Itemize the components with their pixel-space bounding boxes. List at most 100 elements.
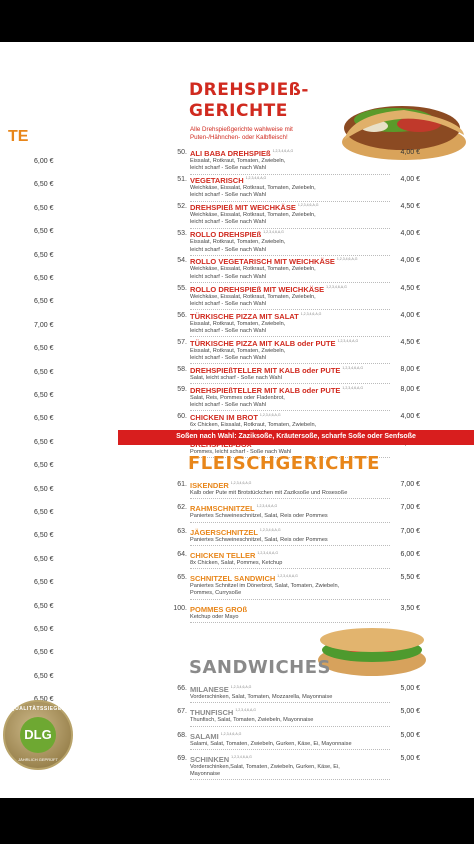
item-name-text: THUNFISCH <box>190 708 234 718</box>
seal-bottom-text: JÄHRLICH GEPRÜFT <box>18 757 58 762</box>
item-number: 66. <box>177 685 187 692</box>
item-number: 69. <box>177 754 187 762</box>
item-name: TÜRKISCHE PIZZA MIT KALB oder PUTE 1,2,3,… <box>190 339 358 348</box>
item-divider <box>190 725 390 727</box>
sandwiches-title: SANDWICHES <box>189 657 331 678</box>
item-name-text: CHICKEN TELLER <box>190 550 256 560</box>
fleischgerichte-title: FLEISCHGERICHTE <box>188 453 380 474</box>
item-price: 3,50 € <box>400 604 420 612</box>
item-description-line: Salami, Salat, Tomaten, Zwiebeln, Gurken… <box>190 740 352 747</box>
item-name: MILANESE 1,2,3,4,6,A,G <box>190 685 251 694</box>
previous-section-title-fragment: TE <box>8 128 29 145</box>
item-number: 67. <box>177 708 187 716</box>
item-description: Eissalat, Rotkraut, Tomaten, Zwiebeln, le… <box>190 348 285 363</box>
item-name-text: JÄGERSCHNITZEL <box>190 527 258 537</box>
item-description-line: Weichkäse, Eissalat, Rotkraut, Tomaten, … <box>190 266 316 273</box>
item-name: ROLLO DREHSPIEß 1,2,3,4,6,A,G <box>190 230 284 239</box>
item-description-line: leicht scharf - Soße nach Wahl <box>190 327 266 334</box>
item-price: 8,00 € <box>400 385 420 393</box>
previous-page-price: 6,50 € <box>34 251 54 259</box>
sauce-choice-banner: Soßen nach Wahl: Zaziksoße, Kräutersoße,… <box>118 430 474 445</box>
previous-page-price: 6,50 € <box>34 181 54 189</box>
item-price: 4,00 € <box>400 257 420 265</box>
item-description-line: leicht scharf - Soße nach Wahl <box>190 300 266 307</box>
item-description-line: Salat, Reis, Pommes oder Fladenbrot, <box>190 394 285 401</box>
item-divider <box>190 702 390 704</box>
item-divider <box>190 568 390 570</box>
item-divider <box>190 281 390 283</box>
item-divider <box>190 227 390 229</box>
item-number: 100. <box>173 604 187 612</box>
item-name-text: RAHMSCHNITZEL <box>190 504 255 514</box>
item-name: JÄGERSCHNITZEL 1,2,3,4,6,A,G <box>190 528 281 537</box>
item-name-text: VEGETARISCH <box>190 176 244 186</box>
item-number: 60. <box>177 412 187 420</box>
item-price: 8,00 € <box>400 365 420 373</box>
item-description: Eissalat, Rotkraut, Tomaten, Zwiebeln, le… <box>190 158 285 173</box>
item-name: CHICKEN TELLER 1,2,3,4,6,A,G <box>190 551 278 560</box>
item-description-line: Eissalat, Rotkraut, Tomaten, Zwiebeln, <box>190 347 286 354</box>
allergen-tag: 1,2,3,4,6,A,G <box>336 257 358 262</box>
item-number: 56. <box>177 311 187 319</box>
allergen-tag: 1,2,3,4,6,A,G <box>337 338 359 343</box>
item-description-line: Paniertes Schweineschnitzel, Salat, Reis… <box>190 536 328 543</box>
item-name-text: ROLLO VEGETARISCH MIT WEICHKÄSE <box>190 257 335 267</box>
item-description-line: Vorderschinken,Salat, Tomaten, Zwiebeln,… <box>190 763 340 770</box>
item-description: Paniertes Schweineschnitzel, Salat, Reis… <box>190 537 328 544</box>
allergen-tag: 1,2,3,4,6,A,G <box>300 311 322 316</box>
item-name-text: DREHSPIEß MIT WEICHKÄSE <box>190 203 296 213</box>
item-description-line: Kalb oder Pute mit Brotstückchen mit Zaz… <box>190 490 348 496</box>
item-description-line: leicht scharf - Soße nach Wahl <box>190 401 266 408</box>
item-price: 5,00 € <box>400 731 420 739</box>
previous-page-price: 6,50 € <box>34 415 54 423</box>
item-description: Salami, Salat, Tomaten, Zwiebeln, Gurken… <box>190 741 352 748</box>
item-name: VEGETARISCH 1,2,3,4,6,A,G <box>190 176 266 185</box>
previous-page-price: 6,50 € <box>34 579 54 587</box>
previous-page-price: 6,00 € <box>34 158 54 165</box>
item-description: Weichkäse, Eissalat, Rotkraut, Tomaten, … <box>190 185 316 200</box>
allergen-tag: 1,2,3,4,6,A,G <box>326 284 347 289</box>
item-description-line: leicht scharf - Soße nach Wahl <box>190 246 266 253</box>
allergen-tag: 1,2,3,4,6,A,G <box>342 365 364 370</box>
item-name-text: ALI BABA DREHSPIEß <box>190 149 271 158</box>
allergen-tag: 1,2,3,4,6,A,G <box>231 754 252 759</box>
allergen-tag: 1,2,3,4,6,A,G <box>245 176 267 181</box>
item-description-line: Thunfisch, Salat, Tomaten, Zwiebeln, May… <box>190 717 314 724</box>
item-name: DREHSPIEß MIT WEICHKÄSE 1,2,3,4,6,A,G <box>190 203 318 212</box>
previous-page-price: 6,50 € <box>34 368 54 376</box>
item-divider <box>190 521 390 523</box>
item-name-text: CHICKEN IM BROT <box>190 412 258 422</box>
item-name-text: TÜRKISCHE PIZZA MIT SALAT <box>190 311 299 321</box>
item-description: Eissalat, Rotkraut, Tomaten, Zwiebeln, le… <box>190 321 285 336</box>
item-description-line: Paniertes Schweineschnitzel, Salat, Reis… <box>190 513 328 520</box>
item-description-line: leicht scharf - Soße nach Wahl <box>190 219 266 226</box>
item-price: 4,50 € <box>400 284 420 292</box>
item-description-line: Weichkäse, Eissalat, Rotkraut, Tomaten, … <box>190 185 316 192</box>
item-number: 57. <box>177 338 187 346</box>
allergen-tag: 1,2,3,4,6,A,G <box>235 708 256 713</box>
item-divider <box>190 336 390 338</box>
dlg-quality-seal: QUALITÄTSSIEGEL DLG JÄHRLICH GEPRÜFT <box>3 700 73 770</box>
item-description-line: Vorderschinken, Salat, Tomaten, Mozzarel… <box>190 694 333 700</box>
item-price: 7,00 € <box>400 527 420 535</box>
item-name: ROLLO DREHSPIEß MIT WEICHKÄSE 1,2,3,4,6,A… <box>190 285 347 294</box>
item-description-line: Eissalat, Rotkraut, Tomaten, Zwiebeln, <box>190 158 286 164</box>
item-divider <box>190 309 390 311</box>
item-description-line: leicht scharf - Soße nach Wahl <box>190 192 266 199</box>
menu-page: TE 6,00 € 6,50 € 6,50 € 6,50 € 6,50 € 6,50 € 6… <box>0 42 474 798</box>
item-description-line: Paniertes Schnitzel im Dönerbrot, Salat,… <box>190 583 340 590</box>
item-description-line: 6x Chicken, Eissalat, Rotkraut, Tomaten,… <box>190 421 317 428</box>
item-name: SALAMI 1,2,3,4,6,A,G <box>190 732 241 741</box>
item-description-line: Salat, leicht scharf - Soße nach Wahl <box>190 374 282 381</box>
item-description: Salat, leicht scharf - Soße nach Wahl <box>190 375 282 382</box>
item-description: 8x Chicken, Salat, Pommes, Ketchup <box>190 560 282 567</box>
item-name: TÜRKISCHE PIZZA MIT SALAT 1,2,3,4,6,A,G <box>190 312 321 321</box>
previous-page-price: 6,50 € <box>34 509 54 516</box>
item-price: 6,00 € <box>400 550 420 558</box>
item-description-line: leicht scharf - Soße nach Wahl <box>190 273 266 280</box>
allergen-tag: 1,2,3,4,6,A,G <box>256 504 278 509</box>
item-number: 65. <box>177 574 187 582</box>
item-name-text: ROLLO DREHSPIEß <box>190 230 262 240</box>
previous-page-price: 6,50 € <box>34 204 54 212</box>
previous-page-price: 6,50 € <box>34 392 54 399</box>
